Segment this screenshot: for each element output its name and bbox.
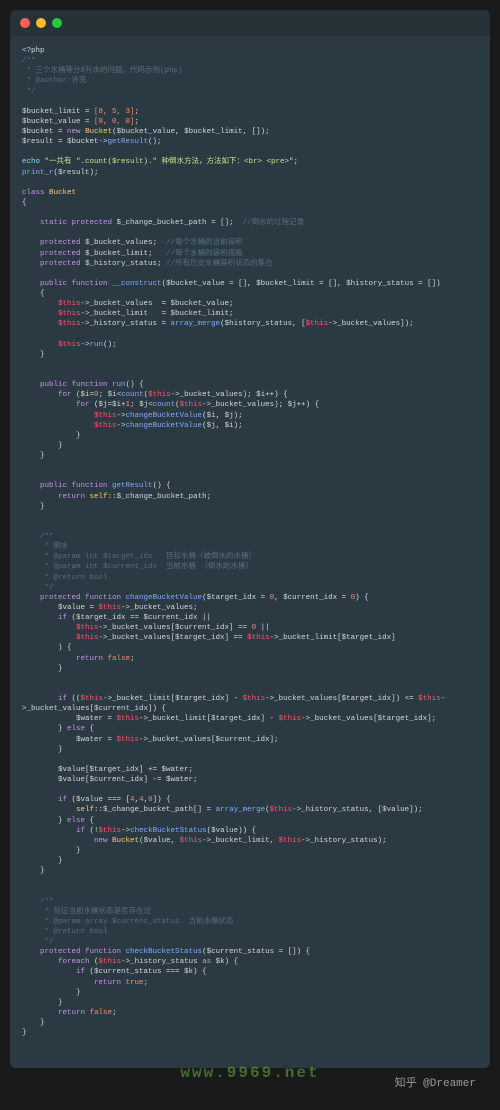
titlebar — [10, 10, 490, 36]
code-content: <?php /** * 三个水桶等分8升水的问题，代码示例(php) * @au… — [10, 36, 490, 1068]
minimize-icon — [36, 18, 46, 28]
maximize-icon — [52, 18, 62, 28]
close-icon — [20, 18, 30, 28]
watermark-url: www.9969.net — [180, 1064, 319, 1082]
code-window: <?php /** * 三个水桶等分8升水的问题，代码示例(php) * @au… — [10, 10, 490, 1068]
